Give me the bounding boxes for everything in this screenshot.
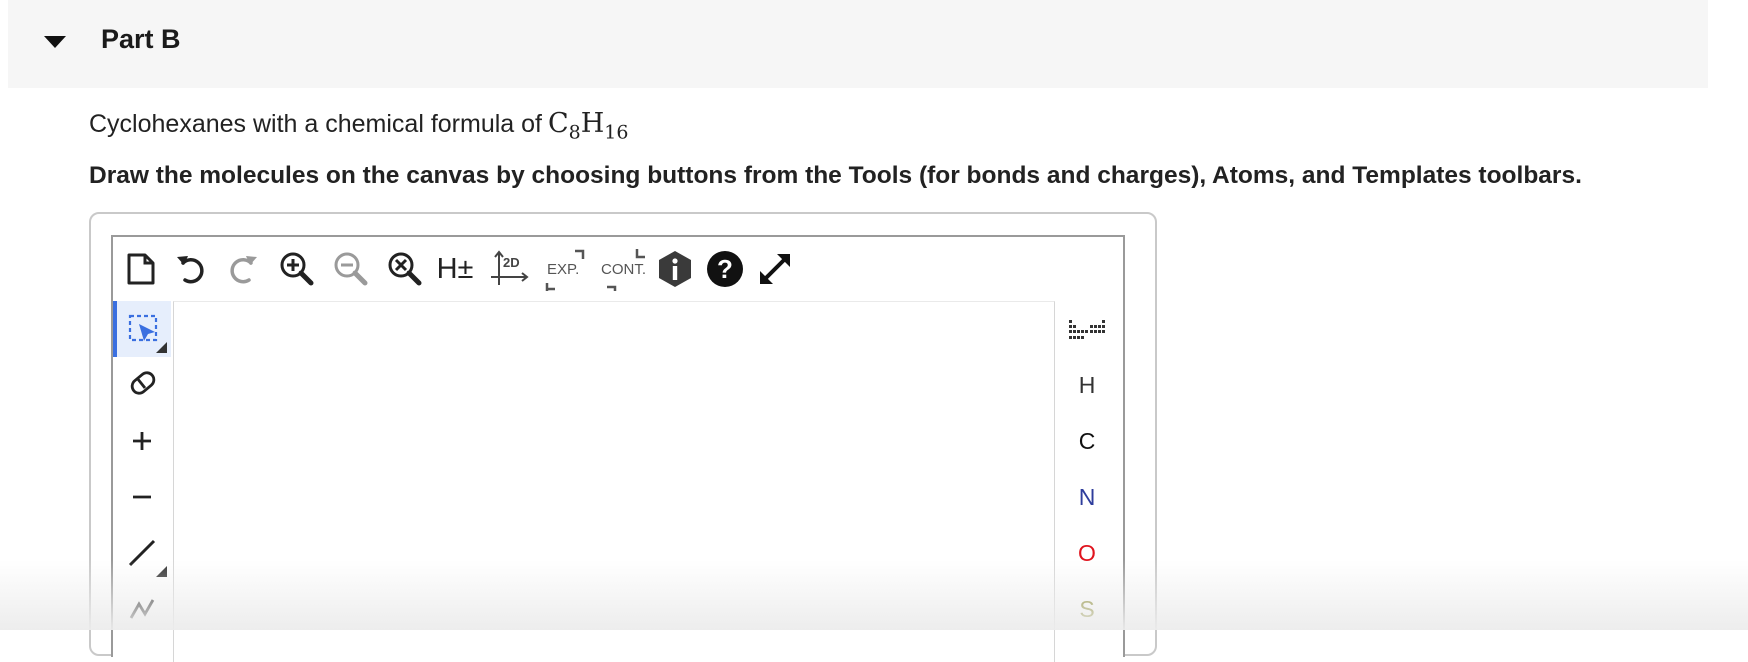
atom-o-label: O [1078,539,1096,566]
select-tool[interactable] [113,301,171,357]
atoms-toolbar: H C N O S [1055,301,1119,661]
drawing-canvas[interactable] [173,301,1055,662]
tools-toolbar [113,301,173,661]
part-header[interactable]: Part B [8,0,1708,88]
single-bond-tool[interactable] [113,525,171,581]
svg-text:?: ? [717,254,733,284]
atom-c-button[interactable]: C [1055,413,1119,469]
clean-2d-button[interactable]: 2D [487,247,531,291]
positive-charge-tool[interactable] [113,413,171,469]
add-hydrogens-button[interactable]: H± [433,247,477,291]
erase-tool[interactable] [113,357,171,413]
contract-button[interactable]: CONT. [597,247,655,291]
collapse-caret-icon[interactable] [44,36,66,48]
undo-icon[interactable] [169,247,213,291]
contract-label: CONT. [601,261,646,278]
chemical-formula: C8H16 [547,108,629,144]
new-document-icon[interactable] [119,247,163,291]
atom-h-button[interactable]: H [1055,357,1119,413]
info-icon[interactable] [653,247,697,291]
fullscreen-icon[interactable] [753,247,797,291]
prompt-text: Cyclohexanes with a chemical formula of [89,110,542,138]
bond-tool-more-icon [156,566,167,577]
question-prompt: Cyclohexanes with a chemical formula of C… [89,108,628,143]
atom-c-label: C [1078,427,1096,454]
expand-button[interactable]: EXP. [541,247,593,291]
part-title: Part B [101,24,181,54]
atom-h-label: H [1078,371,1096,398]
add-hydrogens-label: H± [436,252,474,285]
atom-n-button[interactable]: N [1055,469,1119,525]
expand-label: EXP. [547,261,579,278]
atom-s-label: S [1079,595,1095,622]
zoom-reset-icon[interactable] [383,247,427,291]
molecule-editor: H± 2D EXP. CONT. ? H C N O S [111,235,1125,662]
top-toolbar: H± 2D EXP. CONT. ? [113,237,1119,301]
instruction-text: Draw the molecules on the canvas by choo… [89,162,1582,189]
atom-n-label: N [1078,483,1096,510]
clean-2d-label: 2D [503,255,520,270]
zoom-out-icon[interactable] [329,247,373,291]
chain-tool[interactable] [113,581,171,637]
select-tool-more-icon [156,342,167,353]
redo-icon[interactable] [221,247,265,291]
help-icon[interactable]: ? [703,247,747,291]
negative-charge-tool[interactable] [113,469,171,525]
periodic-table-icon[interactable] [1055,301,1119,357]
atom-o-button[interactable]: O [1055,525,1119,581]
zoom-in-icon[interactable] [275,247,319,291]
atom-s-button[interactable]: S [1055,581,1119,637]
